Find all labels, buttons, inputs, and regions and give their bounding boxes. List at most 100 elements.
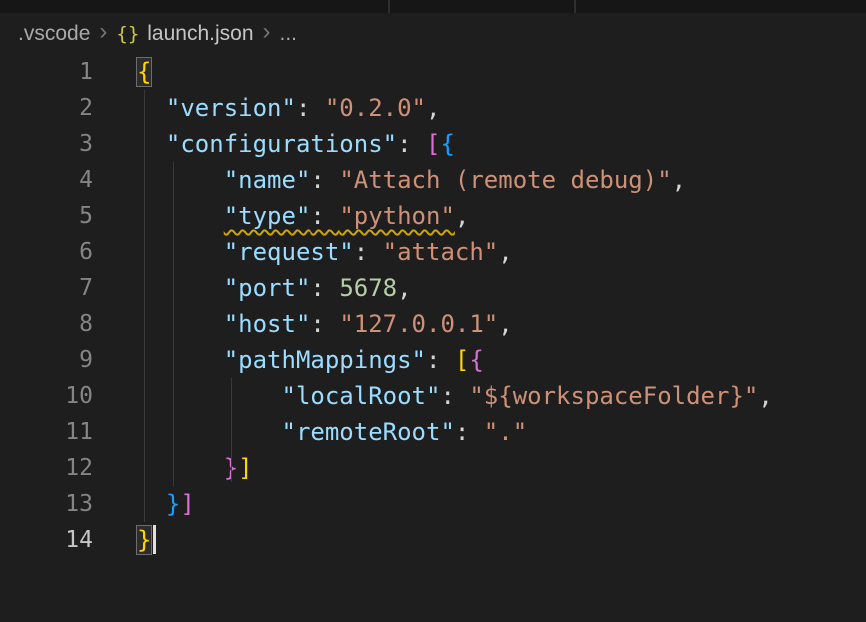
matched-bracket: {	[137, 58, 151, 86]
code-token: :	[354, 238, 383, 266]
code-token: "."	[484, 418, 527, 446]
code-text: "host": "127.0.0.1",	[137, 306, 513, 342]
code-text: }	[137, 522, 156, 558]
breadcrumb-folder[interactable]: .vscode	[18, 22, 90, 46]
code-token: [	[455, 346, 469, 374]
code-token: [	[426, 130, 440, 158]
line-number[interactable]: 14	[0, 522, 93, 558]
code-line[interactable]: 6 "request": "attach",	[0, 234, 866, 270]
code-token: ,	[758, 382, 772, 410]
code-text: "version": "0.2.0",	[137, 90, 440, 126]
code-token: ]	[238, 454, 252, 482]
code-line[interactable]: 9 "pathMappings": [{	[0, 342, 866, 378]
line-number[interactable]: 8	[0, 306, 93, 342]
code-token: "localRoot"	[282, 382, 441, 410]
code-token	[137, 130, 166, 158]
code-line[interactable]: 3 "configurations": [{	[0, 126, 866, 162]
code-line[interactable]: 13 }]	[0, 486, 866, 522]
code-line[interactable]: 10 "localRoot": "${workspaceFolder}",	[0, 378, 866, 414]
code-token: "request"	[224, 238, 354, 266]
line-number[interactable]: 4	[0, 162, 93, 198]
code-token: :	[296, 94, 325, 122]
line-number[interactable]: 10	[0, 378, 93, 414]
code-token: "remoteRoot"	[282, 418, 455, 446]
code-token: "version"	[166, 94, 296, 122]
code-line[interactable]: 5 "type": "python",	[0, 198, 866, 234]
code-token	[137, 274, 224, 302]
code-token: {	[440, 130, 454, 158]
code-token	[137, 418, 282, 446]
code-token: :	[397, 130, 426, 158]
code-token: ,	[455, 202, 469, 230]
code-token: :	[310, 202, 339, 230]
code-token	[137, 94, 166, 122]
code-token: ]	[180, 490, 194, 518]
indent-guide	[231, 378, 232, 482]
code-token: "0.2.0"	[325, 94, 426, 122]
code-text: }]	[137, 450, 253, 486]
line-number[interactable]: 12	[0, 450, 93, 486]
line-number[interactable]: 3	[0, 126, 93, 162]
chevron-right-icon: ›	[98, 20, 108, 44]
code-token: "127.0.0.1"	[339, 310, 498, 338]
code-text: }]	[137, 486, 195, 522]
code-token	[137, 202, 224, 230]
tab-divider	[574, 0, 576, 13]
code-line[interactable]: 4 "name": "Attach (remote debug)",	[0, 162, 866, 198]
code-token: "Attach (remote debug)"	[339, 166, 671, 194]
tab-divider	[388, 0, 390, 13]
line-number[interactable]: 5	[0, 198, 93, 234]
line-number[interactable]: 9	[0, 342, 93, 378]
code-line[interactable]: 14}	[0, 522, 866, 558]
code-token	[137, 382, 282, 410]
code-text: "configurations": [{	[137, 126, 455, 162]
code-token	[137, 238, 224, 266]
line-number[interactable]: 11	[0, 414, 93, 450]
code-token: :	[426, 346, 455, 374]
code-token: "type"	[224, 202, 311, 230]
code-token: "port"	[224, 274, 311, 302]
code-line[interactable]: 7 "port": 5678,	[0, 270, 866, 306]
breadcrumb: .vscode › {} launch.json › ...	[0, 13, 866, 54]
code-token	[137, 310, 224, 338]
code-line[interactable]: 2 "version": "0.2.0",	[0, 90, 866, 126]
code-token	[137, 490, 166, 518]
code-line[interactable]: 12 }]	[0, 450, 866, 486]
editor-lines: 1{2 "version": "0.2.0",3 "configurations…	[0, 54, 866, 558]
text-cursor	[153, 525, 156, 554]
line-number[interactable]: 1	[0, 54, 93, 90]
code-token: :	[440, 382, 469, 410]
indent-guide	[144, 90, 145, 522]
line-number[interactable]: 7	[0, 270, 93, 306]
code-token: :	[310, 274, 339, 302]
breadcrumb-file[interactable]: launch.json	[147, 22, 253, 46]
code-text: "name": "Attach (remote debug)",	[137, 162, 686, 198]
code-line[interactable]: 8 "host": "127.0.0.1",	[0, 306, 866, 342]
code-token: ,	[672, 166, 686, 194]
code-token: }	[166, 490, 180, 518]
code-token: "name"	[224, 166, 311, 194]
indent-guide	[173, 162, 174, 486]
code-line[interactable]: 11 "remoteRoot": "."	[0, 414, 866, 450]
code-token: {	[469, 346, 483, 374]
code-token: "configurations"	[166, 130, 397, 158]
code-text: "pathMappings": [{	[137, 342, 484, 378]
code-text: "type": "python",	[137, 198, 469, 234]
code-text: "port": 5678,	[137, 270, 412, 306]
window-top-bar	[0, 0, 866, 13]
code-token: :	[310, 310, 339, 338]
code-token: "python"	[339, 202, 455, 230]
code-line[interactable]: 1{	[0, 54, 866, 90]
line-number[interactable]: 6	[0, 234, 93, 270]
code-token: "${workspaceFolder}"	[469, 382, 758, 410]
line-number[interactable]: 2	[0, 90, 93, 126]
code-token: "pathMappings"	[224, 346, 426, 374]
code-token: "host"	[224, 310, 311, 338]
code-token: ,	[498, 238, 512, 266]
breadcrumb-symbol-path[interactable]: ...	[280, 22, 298, 46]
code-token	[137, 454, 224, 482]
code-text: "request": "attach",	[137, 234, 513, 270]
code-text: "remoteRoot": "."	[137, 414, 527, 450]
editor[interactable]: 1{2 "version": "0.2.0",3 "configurations…	[0, 54, 866, 558]
line-number[interactable]: 13	[0, 486, 93, 522]
